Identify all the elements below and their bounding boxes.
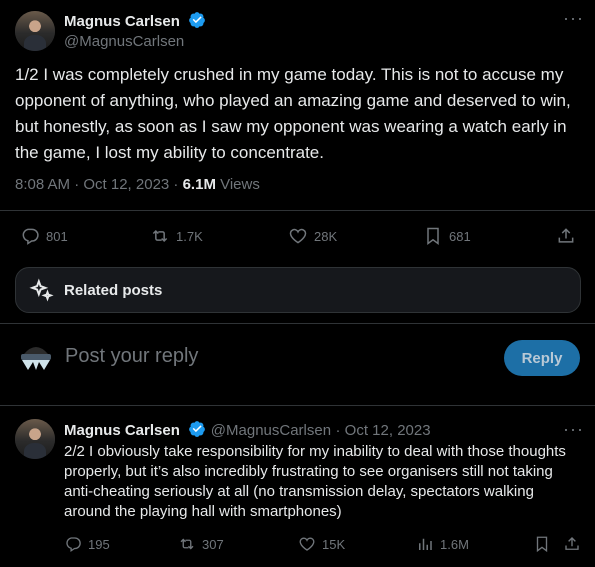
bookmark-count: 681 (449, 228, 471, 244)
tweet-timestamp[interactable]: 8:08 AM · Oct 12, 2023 · (15, 176, 183, 193)
bookmark-icon (536, 536, 548, 553)
reply-icon (66, 537, 81, 553)
tweet-date[interactable]: · Oct 12, 2023 (336, 422, 431, 439)
tweet2-header: Magnus Carlsen @MagnusCarlsen · Oct 12, … (64, 420, 431, 440)
sparkle-icon (29, 278, 54, 302)
divider (0, 210, 595, 211)
bookmark-action[interactable] (533, 535, 551, 553)
reply-action[interactable]: 801 (20, 226, 68, 246)
views-count: 1.6M (440, 536, 469, 552)
bookmark-icon (427, 227, 439, 245)
repost-icon (180, 538, 194, 550)
repost-count: 307 (202, 536, 224, 552)
author-handle[interactable]: @MagnusCarlsen (64, 33, 206, 50)
reply-count: 801 (46, 228, 68, 244)
heart-icon (289, 228, 307, 244)
views-label: Views (215, 176, 260, 193)
author-avatar[interactable] (15, 419, 55, 459)
reply-submit-button[interactable]: Reply (504, 340, 580, 376)
reply-icon (22, 228, 39, 245)
more-options-icon[interactable]: ··· (563, 420, 584, 438)
share-action[interactable] (556, 226, 576, 246)
author-handle[interactable]: @MagnusCarlsen (211, 422, 331, 439)
repost-icon (152, 229, 168, 243)
like-count: 15K (322, 536, 346, 552)
repost-count: 1.7K (176, 228, 203, 244)
author-info: Magnus Carlsen @MagnusCarlsen (64, 11, 206, 50)
bookmark-action[interactable]: 681 (423, 226, 471, 246)
share-action[interactable] (563, 535, 581, 553)
share-icon (565, 537, 579, 550)
more-options-icon[interactable]: ··· (563, 9, 584, 27)
like-count: 28K (314, 228, 338, 244)
tweet-meta: 8:08 AM · Oct 12, 2023 · 6.1M Views (15, 176, 260, 193)
reply-action[interactable]: 195 (64, 535, 110, 553)
related-posts-button[interactable]: Related posts (15, 267, 581, 313)
divider (0, 323, 595, 324)
reply-count: 195 (88, 536, 110, 552)
user-avatar-icon (16, 336, 56, 376)
divider (0, 405, 595, 406)
views-action[interactable]: 1.6M (416, 535, 469, 553)
heart-icon (299, 537, 315, 551)
author-avatar[interactable] (15, 11, 55, 51)
repost-action[interactable]: 1.7K (150, 226, 203, 246)
tweet-text: 1/2 I was completely crushed in my game … (15, 65, 571, 162)
verified-badge-icon (189, 421, 206, 437)
like-action[interactable]: 15K (298, 535, 345, 553)
verified-badge-icon (189, 12, 206, 28)
analytics-icon (419, 538, 432, 550)
views-count: 6.1M (182, 176, 216, 193)
reply-avatar[interactable] (16, 336, 56, 376)
reply-input[interactable]: Post your reply (65, 345, 198, 368)
repost-action[interactable]: 307 (178, 535, 224, 553)
share-icon (558, 228, 574, 243)
author-name[interactable]: Magnus Carlsen (64, 422, 180, 439)
like-action[interactable]: 28K (288, 226, 337, 246)
author-name[interactable]: Magnus Carlsen (64, 13, 180, 30)
tweet-text: 2/2 I obviously take responsibility for … (64, 443, 566, 520)
related-posts-label: Related posts (64, 281, 163, 299)
